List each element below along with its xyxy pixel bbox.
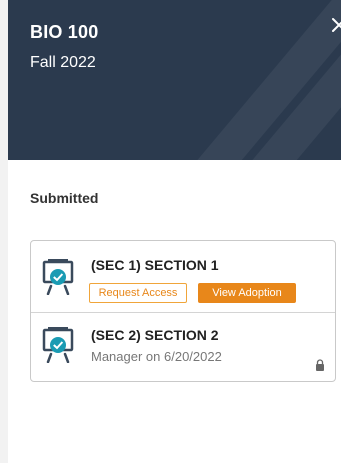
- presentation-check-icon: [42, 259, 74, 295]
- close-icon[interactable]: [330, 16, 341, 34]
- status-label: Submitted: [30, 190, 99, 206]
- section-status-text: Manager on 6/20/2022: [91, 349, 222, 364]
- lock-icon: [316, 359, 324, 371]
- course-header: BIO 100 Fall 2022: [8, 0, 341, 160]
- section-title: (SEC 2) SECTION 2: [91, 327, 219, 343]
- list-item: (SEC 2) SECTION 2 Manager on 6/20/2022: [31, 313, 335, 381]
- section-title: (SEC 1) SECTION 1: [91, 257, 219, 273]
- background-strip: [0, 0, 8, 463]
- list-item: (SEC 1) SECTION 1 Request Access View Ad…: [31, 241, 335, 313]
- request-access-button[interactable]: Request Access: [89, 283, 187, 303]
- course-code: BIO 100: [30, 22, 99, 42]
- presentation-check-icon: [42, 327, 74, 363]
- view-adoption-button[interactable]: View Adoption: [198, 283, 296, 303]
- course-term: Fall 2022: [30, 54, 96, 71]
- sections-list: (SEC 1) SECTION 1 Request Access View Ad…: [30, 240, 336, 382]
